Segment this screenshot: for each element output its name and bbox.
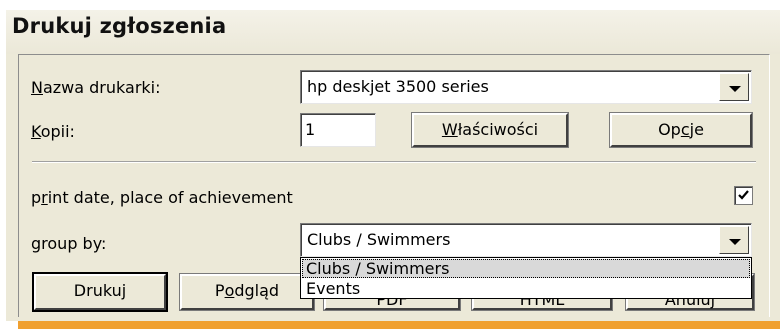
accent-bar: [18, 321, 780, 329]
print-date-checkbox[interactable]: [734, 186, 753, 205]
printer-value: hp deskjet 3500 series: [307, 77, 489, 96]
printer-label: Nazwa drukarki:: [31, 78, 161, 97]
copies-input[interactable]: 1: [300, 113, 376, 147]
copies-value: 1: [305, 120, 316, 139]
dialog-title: Drukuj zgłoszenia: [12, 14, 227, 38]
group-by-label: group by:: [31, 234, 107, 253]
group-by-dropdown-button[interactable]: [719, 226, 749, 254]
print-button-label: Drukuj: [73, 281, 127, 300]
options-button-label: Opcje: [658, 120, 704, 139]
preview-button-label: Podgląd: [214, 281, 280, 300]
dropdown-option-events[interactable]: Events: [302, 279, 750, 298]
chevron-down-icon: [729, 86, 741, 92]
printer-select[interactable]: hp deskjet 3500 series: [300, 70, 752, 104]
checkmark-icon: [738, 190, 749, 200]
preview-button[interactable]: Podgląd: [179, 273, 315, 311]
group-by-select[interactable]: Clubs / Swimmers: [300, 223, 752, 257]
separator: [32, 161, 756, 163]
group-by-value: Clubs / Swimmers: [307, 230, 451, 249]
properties-button[interactable]: Właściwości: [411, 112, 569, 148]
options-button[interactable]: Opcje: [609, 112, 753, 148]
chevron-down-icon: [729, 239, 741, 245]
properties-button-label: Właściwości: [441, 120, 539, 139]
dropdown-option-clubs-swimmers[interactable]: Clubs / Swimmers: [302, 259, 750, 278]
print-button[interactable]: Drukuj: [32, 272, 168, 312]
print-date-label: print date, place of achievement: [31, 188, 293, 207]
printer-dropdown-button[interactable]: [719, 73, 749, 101]
group-by-dropdown-list: Clubs / Swimmers Events: [300, 257, 752, 299]
copies-label: Kopii:: [31, 122, 75, 141]
